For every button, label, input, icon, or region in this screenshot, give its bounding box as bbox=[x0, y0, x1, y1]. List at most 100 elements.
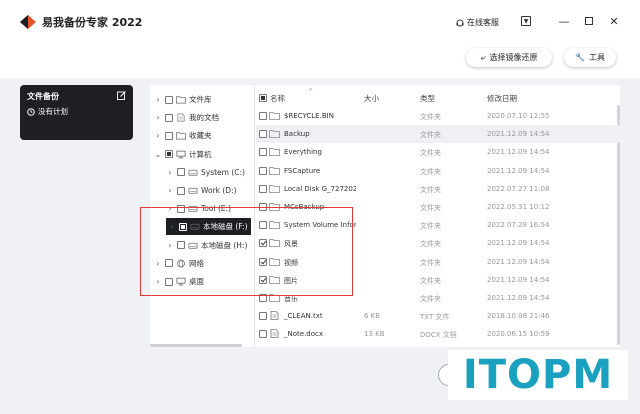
chevron-right-icon[interactable]: › bbox=[154, 95, 162, 104]
row-checkbox[interactable] bbox=[259, 112, 267, 120]
table-row[interactable]: _Note.docx 13 KB DOCX 文档 2020.06.15 10:59 bbox=[256, 325, 620, 343]
file-name: $RECYCLE.BIN bbox=[284, 112, 334, 120]
app-title: 易我备份专家 2022 bbox=[42, 16, 143, 29]
tree-item[interactable]: ⌄ 计算机 bbox=[154, 146, 212, 163]
plan-subtitle: 没有计划 bbox=[38, 107, 68, 116]
file-date: 2021.12.09 14:54 bbox=[487, 257, 550, 266]
select-all-checkbox[interactable] bbox=[259, 94, 267, 102]
restore-label: 选择镜像还原 bbox=[489, 53, 538, 62]
file-date: 2021.12.09 14:54 bbox=[487, 275, 550, 284]
title-bar: 易我备份专家 2022 在线客服 ▼ — ✕ bbox=[0, 0, 640, 44]
tree-item-label: 我的文档 bbox=[189, 113, 219, 123]
row-checkbox[interactable] bbox=[259, 166, 267, 175]
watermark-logo: ITOPM bbox=[448, 350, 628, 400]
column-header-date[interactable]: 修改日期 bbox=[487, 93, 517, 104]
docx-file-icon bbox=[270, 329, 279, 339]
maximize-button[interactable] bbox=[583, 15, 595, 27]
table-row[interactable]: $RECYCLE.BIN 文件夹 2020.07.10 12:55 bbox=[256, 107, 620, 125]
sort-asc-icon: ^ bbox=[308, 88, 314, 95]
file-type: 文件夹 bbox=[420, 185, 441, 194]
tree-item[interactable]: › 文件库 bbox=[154, 91, 212, 108]
folder-icon bbox=[269, 148, 280, 157]
row-checkbox[interactable] bbox=[259, 130, 267, 139]
file-date: 2021.12.09 14:54 bbox=[487, 294, 550, 302]
folder-icon bbox=[269, 112, 280, 120]
app-logo-icon bbox=[20, 15, 36, 29]
close-icon: ✕ bbox=[609, 14, 619, 28]
close-button[interactable]: ✕ bbox=[608, 14, 620, 28]
column-header-type[interactable]: 类型 bbox=[420, 93, 435, 104]
chevron-right-icon[interactable]: › bbox=[166, 168, 174, 177]
file-name: Everything bbox=[284, 148, 322, 157]
minimize-button[interactable]: — bbox=[558, 14, 570, 28]
backup-plan-card[interactable]: 文件备份 没有计划 bbox=[20, 85, 133, 140]
chevron-down-icon[interactable]: ⌄ bbox=[154, 150, 162, 159]
file-list-header: 名称 ^ 大小 类型 修改日期 bbox=[256, 88, 620, 106]
file-type: 文件夹 bbox=[420, 131, 441, 140]
maximize-icon bbox=[585, 17, 593, 25]
table-row[interactable]: Everything 文件夹 2021.12.09 14:54 bbox=[256, 143, 620, 161]
file-type: 文件夹 bbox=[420, 204, 441, 212]
chevron-right-icon[interactable]: › bbox=[166, 186, 174, 195]
row-checkbox[interactable] bbox=[259, 148, 267, 157]
tree-item-label: Work (D:) bbox=[201, 186, 237, 195]
column-header-name[interactable]: 名称 bbox=[270, 93, 285, 104]
file-name: Local Disk G_727202... bbox=[284, 184, 356, 193]
chevron-right-icon[interactable]: › bbox=[154, 131, 162, 140]
file-size: 6 KB bbox=[364, 312, 381, 321]
row-checkbox[interactable] bbox=[259, 184, 267, 193]
table-row[interactable]: Local Disk G_727202... 文件夹 2022.07.27 11:0… bbox=[256, 180, 620, 198]
select-image-restore-button[interactable]: ⤶ 选择镜像还原 bbox=[466, 48, 552, 67]
chevron-right-icon[interactable]: › bbox=[154, 113, 162, 122]
file-date: 2021.12.09 14:54 bbox=[487, 239, 550, 248]
tree-item-checkbox[interactable] bbox=[177, 186, 185, 195]
file-date: 2022.07.27 11:08 bbox=[487, 184, 550, 193]
minimize-icon: — bbox=[558, 14, 570, 28]
chevron-down-icon: ▼ bbox=[521, 16, 531, 26]
headset-icon bbox=[456, 19, 464, 26]
tree-item-checkbox[interactable] bbox=[165, 131, 173, 140]
online-service-button[interactable]: 在线客服 bbox=[456, 17, 499, 28]
row-checkbox[interactable] bbox=[259, 330, 267, 339]
tree-item-checkbox[interactable] bbox=[165, 150, 173, 159]
annotation-highlight-frame bbox=[140, 207, 353, 296]
tree-item-checkbox[interactable] bbox=[177, 168, 185, 177]
tree-item-label: 计算机 bbox=[189, 149, 212, 159]
file-type: 文件夹 bbox=[420, 276, 441, 285]
tree-item-checkbox[interactable] bbox=[165, 95, 173, 104]
folder-icon bbox=[269, 166, 280, 175]
computer-icon bbox=[176, 150, 186, 158]
file-type: 文件夹 bbox=[420, 222, 441, 231]
file-name: _CLEAN.txt bbox=[284, 312, 323, 321]
drive-icon bbox=[188, 187, 198, 194]
row-checkbox[interactable] bbox=[259, 312, 267, 321]
wrench-icon: 🔧 bbox=[575, 53, 585, 62]
text-file-icon bbox=[270, 311, 279, 321]
tree-item[interactable]: › Work (D:) bbox=[166, 182, 237, 199]
tools-button[interactable]: 🔧 工具 bbox=[564, 48, 616, 67]
tree-item[interactable]: › System (C:) bbox=[166, 164, 245, 181]
folder-icon bbox=[269, 130, 280, 139]
tree-item-checkbox[interactable] bbox=[165, 113, 173, 122]
tree-item[interactable]: › 我的文档 bbox=[154, 109, 219, 126]
edit-icon[interactable] bbox=[117, 91, 126, 100]
file-date: 2022.05.31 10:12 bbox=[487, 203, 550, 211]
tree-item[interactable]: › 收藏夹 bbox=[154, 127, 212, 144]
drive-icon bbox=[188, 169, 198, 176]
file-date: 2021.12.09 14:54 bbox=[487, 130, 550, 139]
column-header-size[interactable]: 大小 bbox=[364, 93, 379, 104]
tree-item-label: System (C:) bbox=[201, 167, 245, 177]
library-icon bbox=[176, 96, 186, 104]
file-name: _Note.docx bbox=[284, 330, 324, 339]
tree-item-label: 收藏夹 bbox=[189, 131, 212, 141]
table-row[interactable]: _CLEAN.txt 6 KB TXT 文件 2018.10.08 21:46 bbox=[256, 307, 620, 325]
file-date: 2020.06.15 10:59 bbox=[487, 330, 550, 339]
file-type: TXT 文件 bbox=[420, 313, 450, 322]
file-date: 2020.07.10 12:55 bbox=[487, 112, 550, 120]
table-row[interactable]: Backup 文件夹 2021.12.09 14:54 bbox=[256, 125, 620, 144]
table-row[interactable]: FSCapture 文件夹 2021.12.09 14:54 bbox=[256, 162, 620, 180]
tree-item-label: 文件库 bbox=[189, 95, 212, 104]
menu-dropdown-button[interactable]: ▼ bbox=[520, 15, 532, 27]
file-name: FSCapture bbox=[284, 166, 321, 175]
tree-horizontal-scrollbar[interactable] bbox=[150, 344, 242, 347]
